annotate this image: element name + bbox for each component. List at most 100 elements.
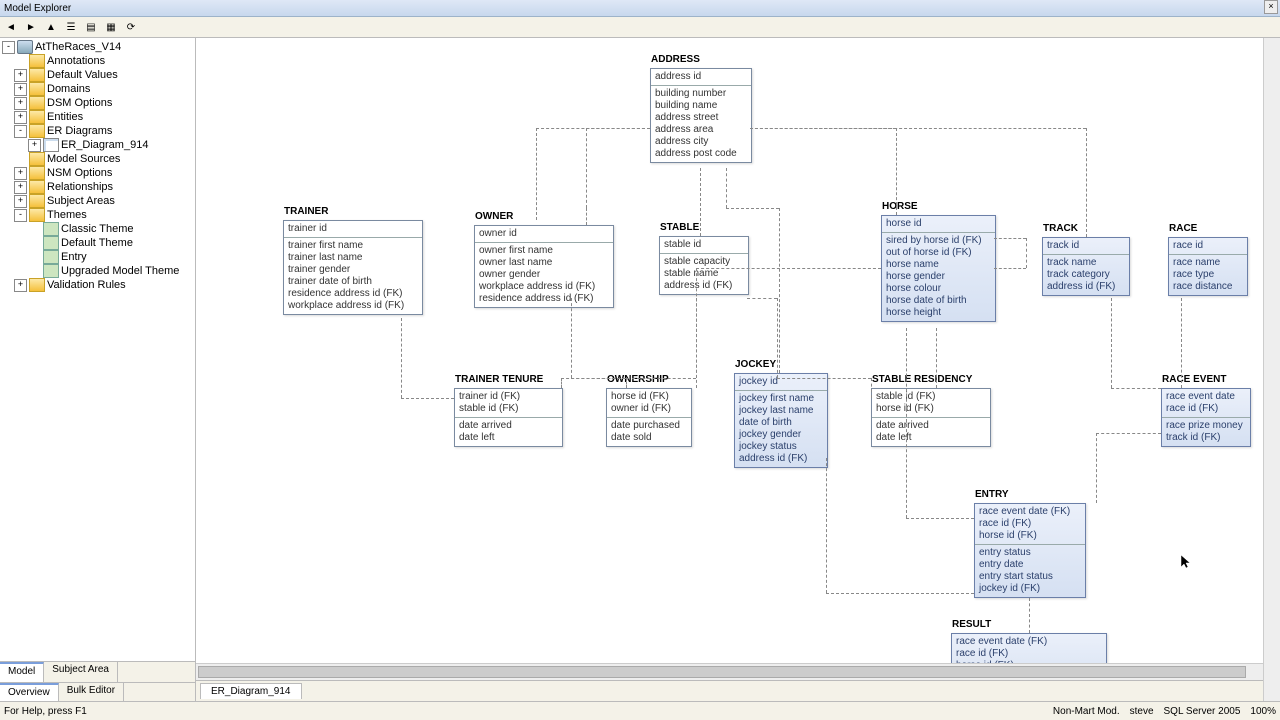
entity-attrs: sired by horse id (FK)out of horse id (F… <box>882 233 995 321</box>
up-icon[interactable]: ▲ <box>42 18 60 36</box>
tree-node[interactable]: + Validation Rules <box>0 278 195 292</box>
attr: date sold <box>611 432 687 444</box>
relationship-line <box>994 238 1026 239</box>
tree-node[interactable]: +Relationships <box>0 180 195 194</box>
expand-icon[interactable]: - <box>2 41 15 54</box>
folder-icon <box>29 208 45 222</box>
attr: stable id (FK) <box>459 403 558 415</box>
tree-node[interactable]: +Model Sources <box>0 152 195 166</box>
expand-icon[interactable]: + <box>14 167 27 180</box>
relationship-line <box>936 328 937 388</box>
attr: trainer date of birth <box>288 276 418 288</box>
canvas-tab-diagram[interactable]: ER_Diagram_914 <box>200 683 302 699</box>
entity-trainer_tenure[interactable]: TRAINER TENUREtrainer id (FK)stable id (… <box>454 388 563 447</box>
folder-icon <box>29 124 45 138</box>
tab-subject-area[interactable]: Subject Area <box>44 662 118 682</box>
expand-icon[interactable]: + <box>14 97 27 110</box>
expand-icon[interactable]: - <box>14 125 27 138</box>
entity-race_event[interactable]: RACE EVENTrace event daterace id (FK)rac… <box>1161 388 1251 447</box>
attr: horse date of birth <box>886 295 991 307</box>
tree-node[interactable]: +Domains <box>0 82 195 96</box>
er-diagram-canvas[interactable]: ADDRESSaddress idbuilding numberbuilding… <box>196 38 1263 663</box>
tree-node[interactable]: - Themes <box>0 208 195 222</box>
entity-pk: owner id <box>475 226 613 243</box>
tree-node[interactable]: +DSM Options <box>0 96 195 110</box>
model-tree[interactable]: -AtTheRaces_V14+Annotations+Default Valu… <box>0 38 195 661</box>
entity-stable[interactable]: STABLEstable idstable capacitystable nam… <box>659 236 749 295</box>
expand-icon[interactable]: + <box>14 111 27 124</box>
attr: race distance <box>1173 281 1243 293</box>
folder-icon <box>29 278 45 292</box>
attr: owner id (FK) <box>611 403 687 415</box>
tree-node[interactable]: +Annotations <box>0 54 195 68</box>
relationship-line <box>1111 388 1161 389</box>
tree-node[interactable]: +Entry <box>0 250 195 264</box>
tree-node[interactable]: -ER Diagrams <box>0 124 195 138</box>
tree-label: Entities <box>47 111 83 123</box>
attr: owner id <box>479 228 609 240</box>
attr: address area <box>655 124 747 136</box>
back-icon[interactable]: ◄ <box>2 18 20 36</box>
entity-attrs: date purchaseddate sold <box>607 418 691 446</box>
tree-node[interactable]: +ER_Diagram_914 <box>0 138 195 152</box>
tree-label: Default Theme <box>61 237 133 249</box>
entity-race[interactable]: RACErace idrace namerace typerace distan… <box>1168 237 1248 296</box>
vertical-scrollbar[interactable] <box>1263 38 1280 701</box>
entity-entry[interactable]: ENTRYrace event date (FK)race id (FK)hor… <box>974 503 1086 598</box>
relationship-line <box>401 318 402 398</box>
entity-trainer[interactable]: TRAINERtrainer idtrainer first nametrain… <box>283 220 423 315</box>
entity-stable_residency[interactable]: STABLE RESIDENCYstable id (FK)horse id (… <box>871 388 991 447</box>
attr: owner gender <box>479 269 609 281</box>
tree-node[interactable]: +Classic Theme <box>0 222 195 236</box>
attr: residence address id (FK) <box>479 293 609 305</box>
tree-label: Themes <box>47 209 87 221</box>
relationship-line <box>1181 298 1182 388</box>
attr: horse id <box>886 218 991 230</box>
relationship-line <box>1029 598 1030 633</box>
expand-icon[interactable]: + <box>14 195 27 208</box>
entity-result[interactable]: RESULTrace event date (FK)race id (FK)ho… <box>951 633 1107 663</box>
attr: track name <box>1047 257 1125 269</box>
tree-node[interactable]: +Subject Areas <box>0 194 195 208</box>
entity-address[interactable]: ADDRESSaddress idbuilding numberbuilding… <box>650 68 752 163</box>
tree-label: Validation Rules <box>47 279 126 291</box>
expand-icon[interactable]: - <box>14 209 27 222</box>
close-icon[interactable]: × <box>1264 0 1278 14</box>
expand-icon[interactable]: + <box>14 69 27 82</box>
folder-icon <box>29 152 45 166</box>
entity-track[interactable]: TRACKtrack idtrack nametrack categoryadd… <box>1042 237 1130 296</box>
list-icon[interactable]: ▤ <box>82 18 100 36</box>
relationship-line <box>726 168 727 208</box>
attr: trainer id (FK) <box>459 391 558 403</box>
status-help: For Help, press F1 <box>4 706 87 717</box>
expand-icon[interactable]: + <box>14 181 27 194</box>
entity-ownership[interactable]: OWNERSHIPhorse id (FK)owner id (FK)date … <box>606 388 692 447</box>
toggle-icon[interactable]: ☰ <box>62 18 80 36</box>
tree-node[interactable]: +Upgraded Model Theme <box>0 264 195 278</box>
tree-node[interactable]: + Entities <box>0 110 195 124</box>
tree-node[interactable]: +NSM Options <box>0 166 195 180</box>
entity-jockey[interactable]: JOCKEYjockey idjockey first namejockey l… <box>734 373 828 468</box>
entity-horse[interactable]: HORSEhorse idsired by horse id (FK)out o… <box>881 215 996 322</box>
tab-model[interactable]: Model <box>0 662 44 682</box>
expand-icon[interactable]: + <box>14 83 27 96</box>
attr: entry status <box>979 547 1081 559</box>
expand-icon[interactable]: + <box>28 139 41 152</box>
tree-node[interactable]: +Default Values <box>0 68 195 82</box>
relationship-line <box>777 298 778 378</box>
fwd-icon[interactable]: ► <box>22 18 40 36</box>
tree-node[interactable]: +Default Theme <box>0 236 195 250</box>
tab-bulk-editor[interactable]: Bulk Editor <box>59 683 124 701</box>
entity-attrs: building numberbuilding nameaddress stre… <box>651 86 751 162</box>
window-title: Model Explorer <box>4 3 71 14</box>
tree-node[interactable]: -AtTheRaces_V14 <box>0 40 195 54</box>
entity-owner[interactable]: OWNERowner idowner first nameowner last … <box>474 225 614 308</box>
attr: race id (FK) <box>1166 403 1246 415</box>
horizontal-scrollbar[interactable] <box>196 663 1263 680</box>
expand-icon[interactable]: + <box>14 279 27 292</box>
tab-overview[interactable]: Overview <box>0 683 59 701</box>
entity-attrs: date arriveddate left <box>455 418 562 446</box>
refresh-icon[interactable]: ⟳ <box>122 18 140 36</box>
grid-icon[interactable]: ▦ <box>102 18 120 36</box>
attr: date of birth <box>739 417 823 429</box>
